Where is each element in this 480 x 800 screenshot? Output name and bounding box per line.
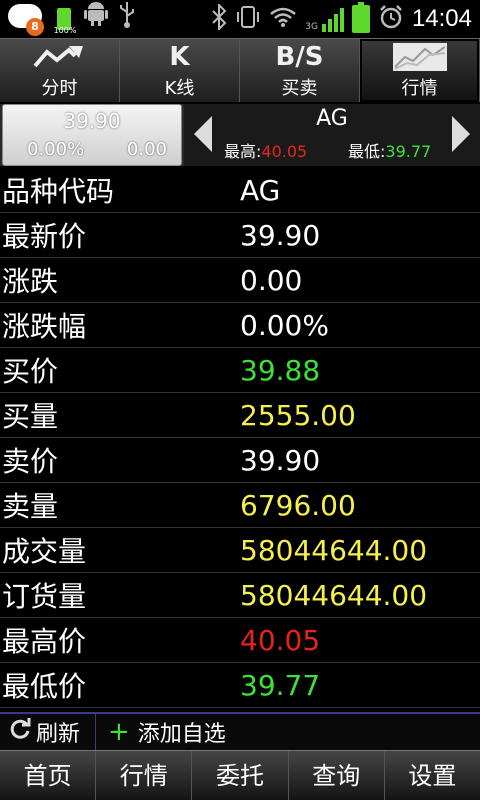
- bs-icon: B/S: [275, 41, 324, 72]
- row-label: 卖量: [2, 490, 59, 523]
- change-percent: 0.00%: [27, 139, 85, 160]
- battery-icon: 100%: [54, 4, 76, 35]
- action-bar: 刷新 + 添加自选: [0, 712, 480, 751]
- tab-label: K线: [164, 77, 195, 99]
- line-chart-icon: [32, 42, 87, 72]
- row-label: 买价: [2, 355, 59, 388]
- usb-icon: [118, 0, 136, 39]
- table-row: 涨跌 0.00: [0, 258, 480, 303]
- table-row: 买量 2555.00: [0, 393, 480, 438]
- k-icon: K: [169, 41, 190, 72]
- notification-badge: 8: [26, 18, 44, 36]
- low-value: 39.77: [385, 142, 432, 161]
- tab-quote[interactable]: 行情: [360, 39, 480, 102]
- row-label: 买量: [2, 400, 59, 433]
- bluetooth-icon: [211, 2, 227, 34]
- tab-label: 行情: [401, 77, 438, 99]
- table-row: 订货量 58044644.00: [0, 573, 480, 618]
- add-to-watchlist-label: 添加自选: [137, 722, 226, 747]
- row-value: 6796.00: [240, 488, 356, 522]
- app-notification-icon[interactable]: 8: [4, 2, 44, 36]
- nav-home[interactable]: 首页: [0, 751, 97, 800]
- table-row: 最低价 39.77: [0, 663, 480, 708]
- instrument-switcher: AG 最高:40.05 最低:39.77: [184, 104, 480, 166]
- refresh-icon: [8, 717, 32, 747]
- current-price: 39.90: [63, 109, 121, 133]
- row-label: 品种代码: [2, 175, 115, 208]
- nav-settings[interactable]: 设置: [385, 751, 480, 800]
- change-value: 0.00: [126, 139, 167, 160]
- low-label: 最低:: [348, 142, 386, 161]
- row-value: 39.88: [240, 353, 321, 387]
- table-row: 涨跌幅 0.00%: [0, 303, 480, 348]
- wifi-icon: [269, 6, 297, 32]
- row-label: 最高价: [2, 625, 87, 658]
- row-label: 成交量: [2, 535, 87, 568]
- next-instrument-button[interactable]: [448, 114, 474, 154]
- row-value: 39.90: [240, 218, 321, 252]
- row-value: 0.00%: [240, 308, 329, 342]
- row-label: 订货量: [2, 580, 87, 613]
- signal-icon: 3G: [305, 6, 344, 32]
- row-value: 58044644.00: [240, 578, 428, 612]
- row-value: 2555.00: [240, 398, 356, 432]
- table-row: 品种代码 AG: [0, 168, 480, 213]
- row-label: 卖价: [2, 445, 59, 478]
- row-value: 58044644.00: [240, 533, 428, 567]
- nav-query[interactable]: 查询: [289, 751, 385, 800]
- table-row: 买价 39.88: [0, 348, 480, 393]
- row-value: AG: [240, 173, 281, 207]
- nav-orders[interactable]: 委托: [192, 751, 289, 800]
- high-price: 最高:40.05: [224, 138, 307, 162]
- refresh-label: 刷新: [36, 722, 81, 747]
- row-label: 涨跌幅: [2, 310, 87, 343]
- add-to-watchlist-button[interactable]: + 添加自选: [96, 713, 226, 751]
- row-label: 最低价: [2, 670, 87, 703]
- top-tab-bar: 分时 K K线 B/S 买卖 行情: [0, 38, 480, 102]
- table-row: 卖量 6796.00: [0, 483, 480, 528]
- table-row: 成交量 58044644.00: [0, 528, 480, 573]
- nav-quotes[interactable]: 行情: [96, 751, 193, 800]
- quote-header: 39.90 0.00% 0.00 AG 最高:40.05 最低:39.77: [0, 104, 480, 166]
- network-type-label: 3G: [305, 22, 318, 32]
- row-value: 0.00: [240, 263, 303, 297]
- tab-buy-sell[interactable]: B/S 买卖: [240, 39, 360, 102]
- clock: 14:04: [411, 5, 472, 32]
- android-icon: [84, 0, 108, 38]
- tab-label: 买卖: [281, 77, 318, 99]
- bottom-nav: 首页 行情 委托 查询 设置: [0, 750, 480, 800]
- tab-label: 分时: [41, 77, 78, 99]
- row-value: 39.90: [240, 443, 321, 477]
- refresh-button[interactable]: 刷新: [0, 713, 96, 751]
- tab-kline[interactable]: K K线: [120, 39, 240, 102]
- battery-percent: 100%: [53, 26, 77, 35]
- alarm-icon: [378, 4, 404, 34]
- table-row: 最高价 40.05: [0, 618, 480, 663]
- high-value: 40.05: [261, 142, 308, 161]
- low-price: 最低:39.77: [348, 138, 431, 162]
- row-value: 39.77: [240, 668, 321, 702]
- table-row: 卖价 39.90: [0, 438, 480, 483]
- vibrate-icon: [235, 4, 261, 34]
- table-row: 最新价 39.90: [0, 213, 480, 258]
- price-summary[interactable]: 39.90 0.00% 0.00: [2, 104, 182, 166]
- row-label: 涨跌: [2, 265, 59, 298]
- quote-chart-icon: [392, 42, 447, 72]
- instrument-code: AG: [316, 106, 348, 131]
- row-label: 最新价: [2, 220, 87, 253]
- tab-time-share[interactable]: 分时: [0, 39, 120, 102]
- plus-icon: +: [108, 717, 130, 747]
- quote-detail-table: 品种代码 AG 最新价 39.90 涨跌 0.00 涨跌幅 0.00% 买价 39.88 …: [0, 168, 480, 708]
- high-label: 最高:: [224, 142, 262, 161]
- battery-icon: [351, 2, 370, 33]
- status-bar: 8 100% 3G 14:04: [0, 0, 480, 38]
- row-value: 40.05: [240, 623, 321, 657]
